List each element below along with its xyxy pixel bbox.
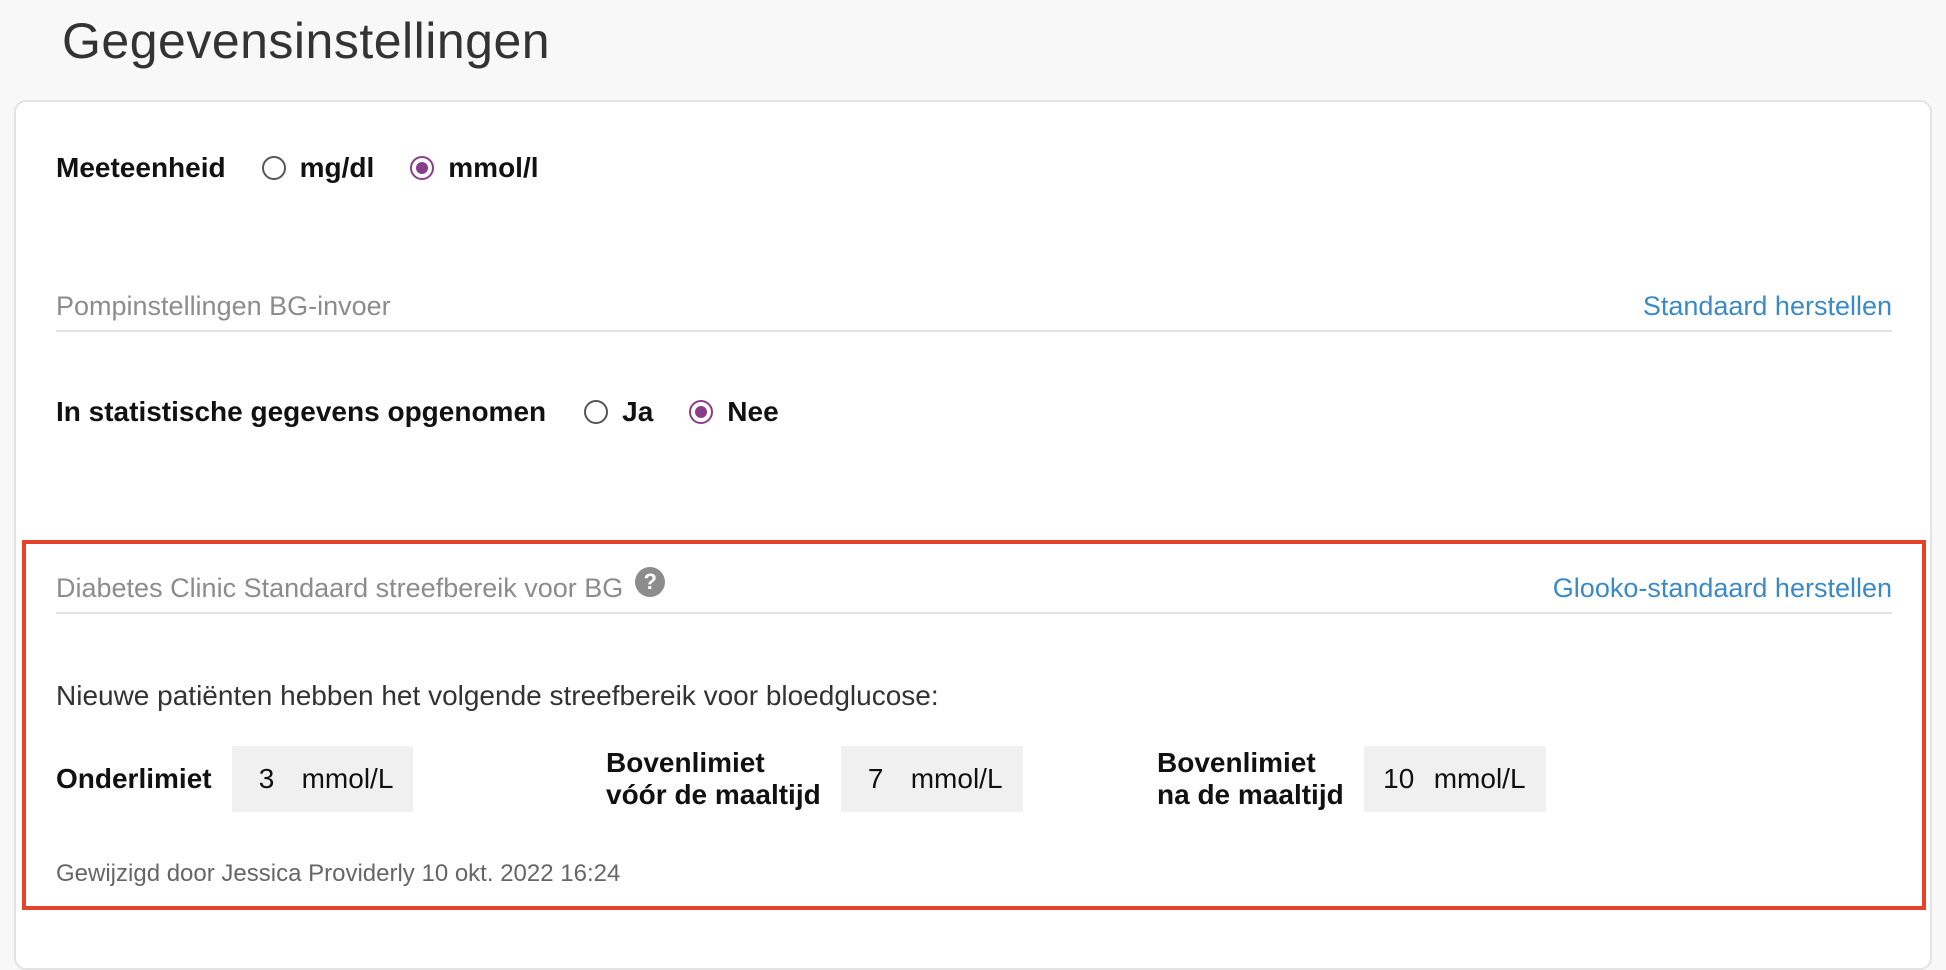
radio-nee-circle[interactable] <box>689 400 714 424</box>
upper-before-label-line2: vóór de maaltijd <box>606 779 821 810</box>
lower-limit-value[interactable]: 3 <box>232 763 302 795</box>
radio-mmol-l[interactable]: mmol/l <box>410 152 539 184</box>
lower-limit-group: Onderlimiet 3 mmol/L <box>56 746 414 812</box>
radio-mg-dl[interactable]: mg/dl <box>261 152 375 184</box>
lower-limit-label: Onderlimiet <box>56 763 212 794</box>
upper-before-label-line1: Bovenlimiet <box>606 747 765 778</box>
upper-before-limit-unit: mmol/L <box>910 763 1003 794</box>
lower-limit-field[interactable]: 3 mmol/L <box>231 746 414 812</box>
glooko-reset-link[interactable]: Glooko-standaard herstellen <box>1553 573 1892 604</box>
modified-by-text: Gewijzigd door Jessica Providerly 10 okt… <box>56 860 621 887</box>
upper-before-limit-field[interactable]: 7 mmol/L <box>840 746 1023 812</box>
radio-mmol-l-label[interactable]: mmol/l <box>448 152 538 184</box>
target-description: Nieuwe patiënten hebben het volgende str… <box>56 680 939 711</box>
radio-ja[interactable]: Ja <box>584 396 653 428</box>
upper-after-label-line2: na de maaltijd <box>1157 779 1344 810</box>
target-section-header: Diabetes Clinic Standaard streefbereik v… <box>56 564 1892 614</box>
upper-after-limit-label: Bovenlimiet na de maaltijd <box>1157 747 1344 811</box>
page-title: Gegevensinstellingen <box>62 13 551 69</box>
radio-nee[interactable]: Nee <box>689 396 779 428</box>
upper-after-limit-value[interactable]: 10 <box>1364 763 1434 795</box>
unit-setting-row: Meeteenheid mg/dl mmol/l <box>56 152 539 184</box>
upper-after-limit-group: Bovenlimiet na de maaltijd 10 mmol/L <box>1157 746 1546 812</box>
radio-mmol-l-circle[interactable] <box>410 156 435 180</box>
radio-ja-label[interactable]: Ja <box>622 396 653 428</box>
radio-nee-label[interactable]: Nee <box>727 396 778 428</box>
pump-section-header: Pompinstellingen BG-invoer Standaard her… <box>56 282 1892 332</box>
statistics-setting-row: In statistische gegevens opgenomen Ja Ne… <box>56 396 779 428</box>
target-section-title-text: Diabetes Clinic Standaard streefbereik v… <box>56 572 624 603</box>
unit-setting-label: Meeteenheid <box>56 152 226 183</box>
radio-mg-dl-label[interactable]: mg/dl <box>300 152 375 184</box>
upper-after-limit-unit: mmol/L <box>1433 763 1526 794</box>
statistics-setting-label: In statistische gegevens opgenomen <box>56 396 547 427</box>
radio-mg-dl-circle[interactable] <box>261 156 286 180</box>
pump-section-title: Pompinstellingen BG-invoer <box>56 290 391 321</box>
radio-ja-circle[interactable] <box>584 400 609 424</box>
pump-reset-link[interactable]: Standaard herstellen <box>1643 291 1892 322</box>
upper-before-limit-group: Bovenlimiet vóór de maaltijd 7 mmol/L <box>606 746 1023 812</box>
lower-limit-unit: mmol/L <box>301 763 394 794</box>
upper-before-limit-value[interactable]: 7 <box>841 763 911 795</box>
upper-after-limit-field[interactable]: 10 mmol/L <box>1363 746 1546 812</box>
help-icon[interactable]: ? <box>635 567 666 597</box>
upper-before-limit-label: Bovenlimiet vóór de maaltijd <box>606 747 821 811</box>
target-section-title: Diabetes Clinic Standaard streefbereik v… <box>56 567 666 604</box>
upper-after-label-line1: Bovenlimiet <box>1157 747 1316 778</box>
